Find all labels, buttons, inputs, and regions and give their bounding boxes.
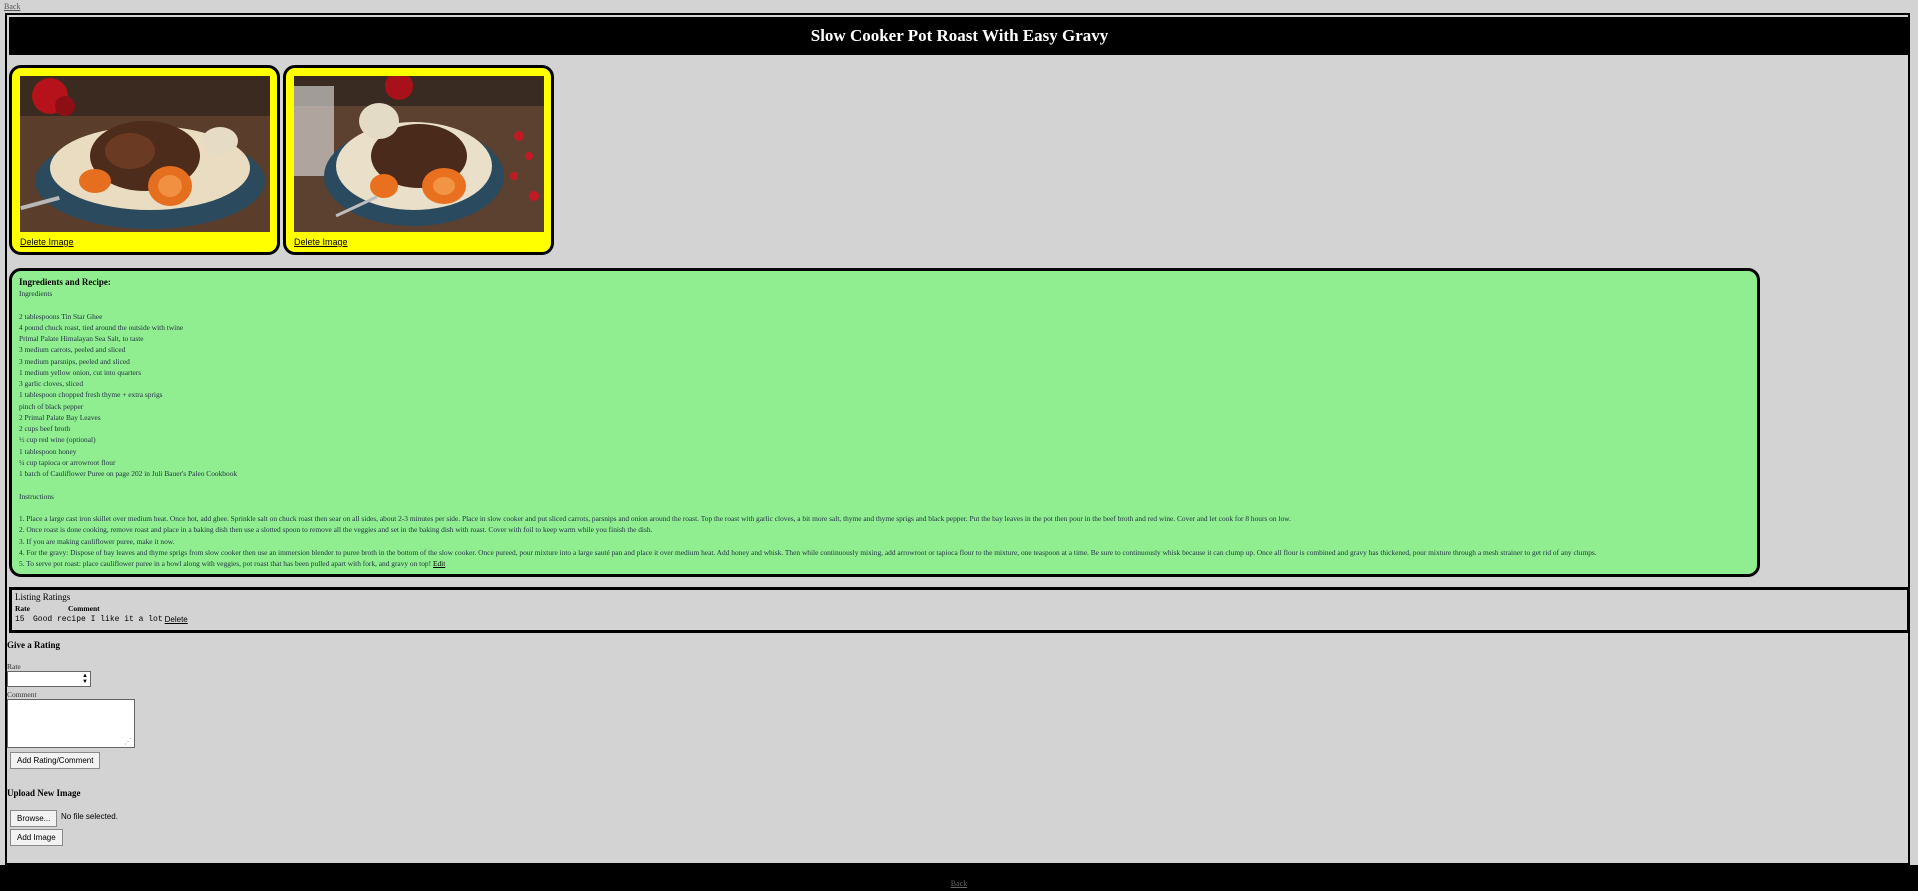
rating-row: 15 Good recipe I like it a lot Delete: [15, 614, 1904, 626]
recipe-line: ½ cup red wine (optional): [19, 435, 96, 445]
recipe-line: 4. For the gravy: Dispose of bay leaves …: [19, 547, 1597, 557]
edit-recipe-link[interactable]: Edit: [433, 559, 445, 568]
spinner-icon[interactable]: ▲ ▼: [81, 673, 89, 685]
rate-label: Rate: [7, 662, 21, 671]
back-link-bottom[interactable]: Back: [951, 879, 967, 888]
recipe-blank-line: [19, 502, 1750, 513]
give-rating-title: Give a Rating: [7, 640, 60, 650]
comment-column-header: Comment: [68, 604, 100, 613]
recipe-photo: [294, 76, 544, 232]
recipe-line: ¼ cup tapioca or arrowroot flour: [19, 457, 116, 467]
title-bar: Slow Cooker Pot Roast With Easy Gravy: [9, 17, 1910, 55]
delete-image-link[interactable]: Delete Image: [20, 237, 74, 247]
recipe-lines: Ingredients 2 tablespoons Tin Star Ghee 4 …: [19, 288, 1750, 558]
recipe-blank-line: [19, 479, 1750, 490]
recipe-line: 3 garlic cloves, sliced: [19, 379, 84, 388]
add-image-button[interactable]: Add Image: [10, 829, 63, 846]
delete-rating-link[interactable]: Delete: [165, 614, 188, 626]
browse-button[interactable]: Browse...: [10, 810, 58, 827]
footer-bar: Back: [0, 865, 1918, 891]
recipe-line: 2 Primal Palate Bay Leaves: [19, 412, 101, 422]
rating-comment: Good recipe I like it a lot: [33, 615, 163, 624]
page-title: Slow Cooker Pot Roast With Easy Gravy: [810, 26, 1109, 45]
ratings-title: Listing Ratings: [15, 592, 71, 602]
comment-label: Comment: [7, 690, 37, 699]
back-link-top[interactable]: Back: [4, 2, 20, 11]
recipe-line: Primal Palate Himalayan Sea Salt, to tas…: [19, 334, 144, 343]
upload-image-title: Upload New Image: [7, 788, 81, 798]
recipe-line: 5. To serve pot roast: place cauliflower…: [19, 558, 1750, 569]
recipe-line: 2 tablespoons Tin Star Ghee: [19, 311, 103, 321]
recipe-last-line: 5. To serve pot roast: place cauliflower…: [19, 559, 432, 568]
recipe-line: 4 pound chuck roast, tied around the out…: [19, 322, 184, 332]
file-status: No file selected.: [61, 812, 118, 821]
recipe-line: 1 batch of Cauliflower Puree on page 202…: [19, 469, 238, 478]
comment-textarea[interactable]: ⋰: [7, 699, 135, 748]
recipe-line: 3 medium parsnips, peeled and sliced: [19, 356, 130, 366]
recipe-line: Instructions: [19, 491, 54, 501]
ratings-panel: Listing Ratings Rate Comment 15 Good rec…: [9, 587, 1910, 633]
rate-input[interactable]: ▲ ▼: [7, 671, 91, 687]
recipe-line: 3 medium carrots, peeled and sliced: [19, 345, 126, 355]
rating-rate: 15: [15, 615, 25, 624]
image-card: Delete Image: [283, 65, 554, 255]
add-rating-button[interactable]: Add Rating/Comment: [10, 752, 101, 769]
resize-grip-icon[interactable]: ⋰: [124, 737, 132, 746]
ratings-header: Rate Comment: [15, 603, 1904, 614]
recipe-line: 1 tablespoon chopped fresh thyme + extra…: [19, 390, 163, 400]
recipe-line: 2. Once roast is done cooking, remove ro…: [19, 525, 653, 535]
recipe-line: 3. If you are making cauliflower puree, …: [19, 536, 175, 546]
recipe-panel: Ingredients and Recipe: Ingredients 2 tab…: [9, 268, 1760, 577]
recipe-blank-line: [19, 299, 1750, 310]
delete-image-link[interactable]: Delete Image: [294, 237, 348, 247]
recipe-line: 1 medium yellow onion, cut into quarters: [19, 367, 142, 377]
recipe-photo: [20, 76, 270, 232]
recipe-line: pinch of black pepper: [19, 401, 84, 411]
recipe-heading: Ingredients and Recipe:: [19, 277, 111, 287]
rate-column-header: Rate: [15, 604, 30, 613]
recipe-line: 2 cups beef broth: [19, 424, 71, 433]
recipe-line: 1. Place a large cast iron skillet over …: [19, 514, 1291, 523]
recipe-line: Ingredients: [19, 289, 53, 298]
recipe-line: 1 tablespoon honey: [19, 446, 77, 456]
image-card: Delete Image: [9, 65, 280, 255]
